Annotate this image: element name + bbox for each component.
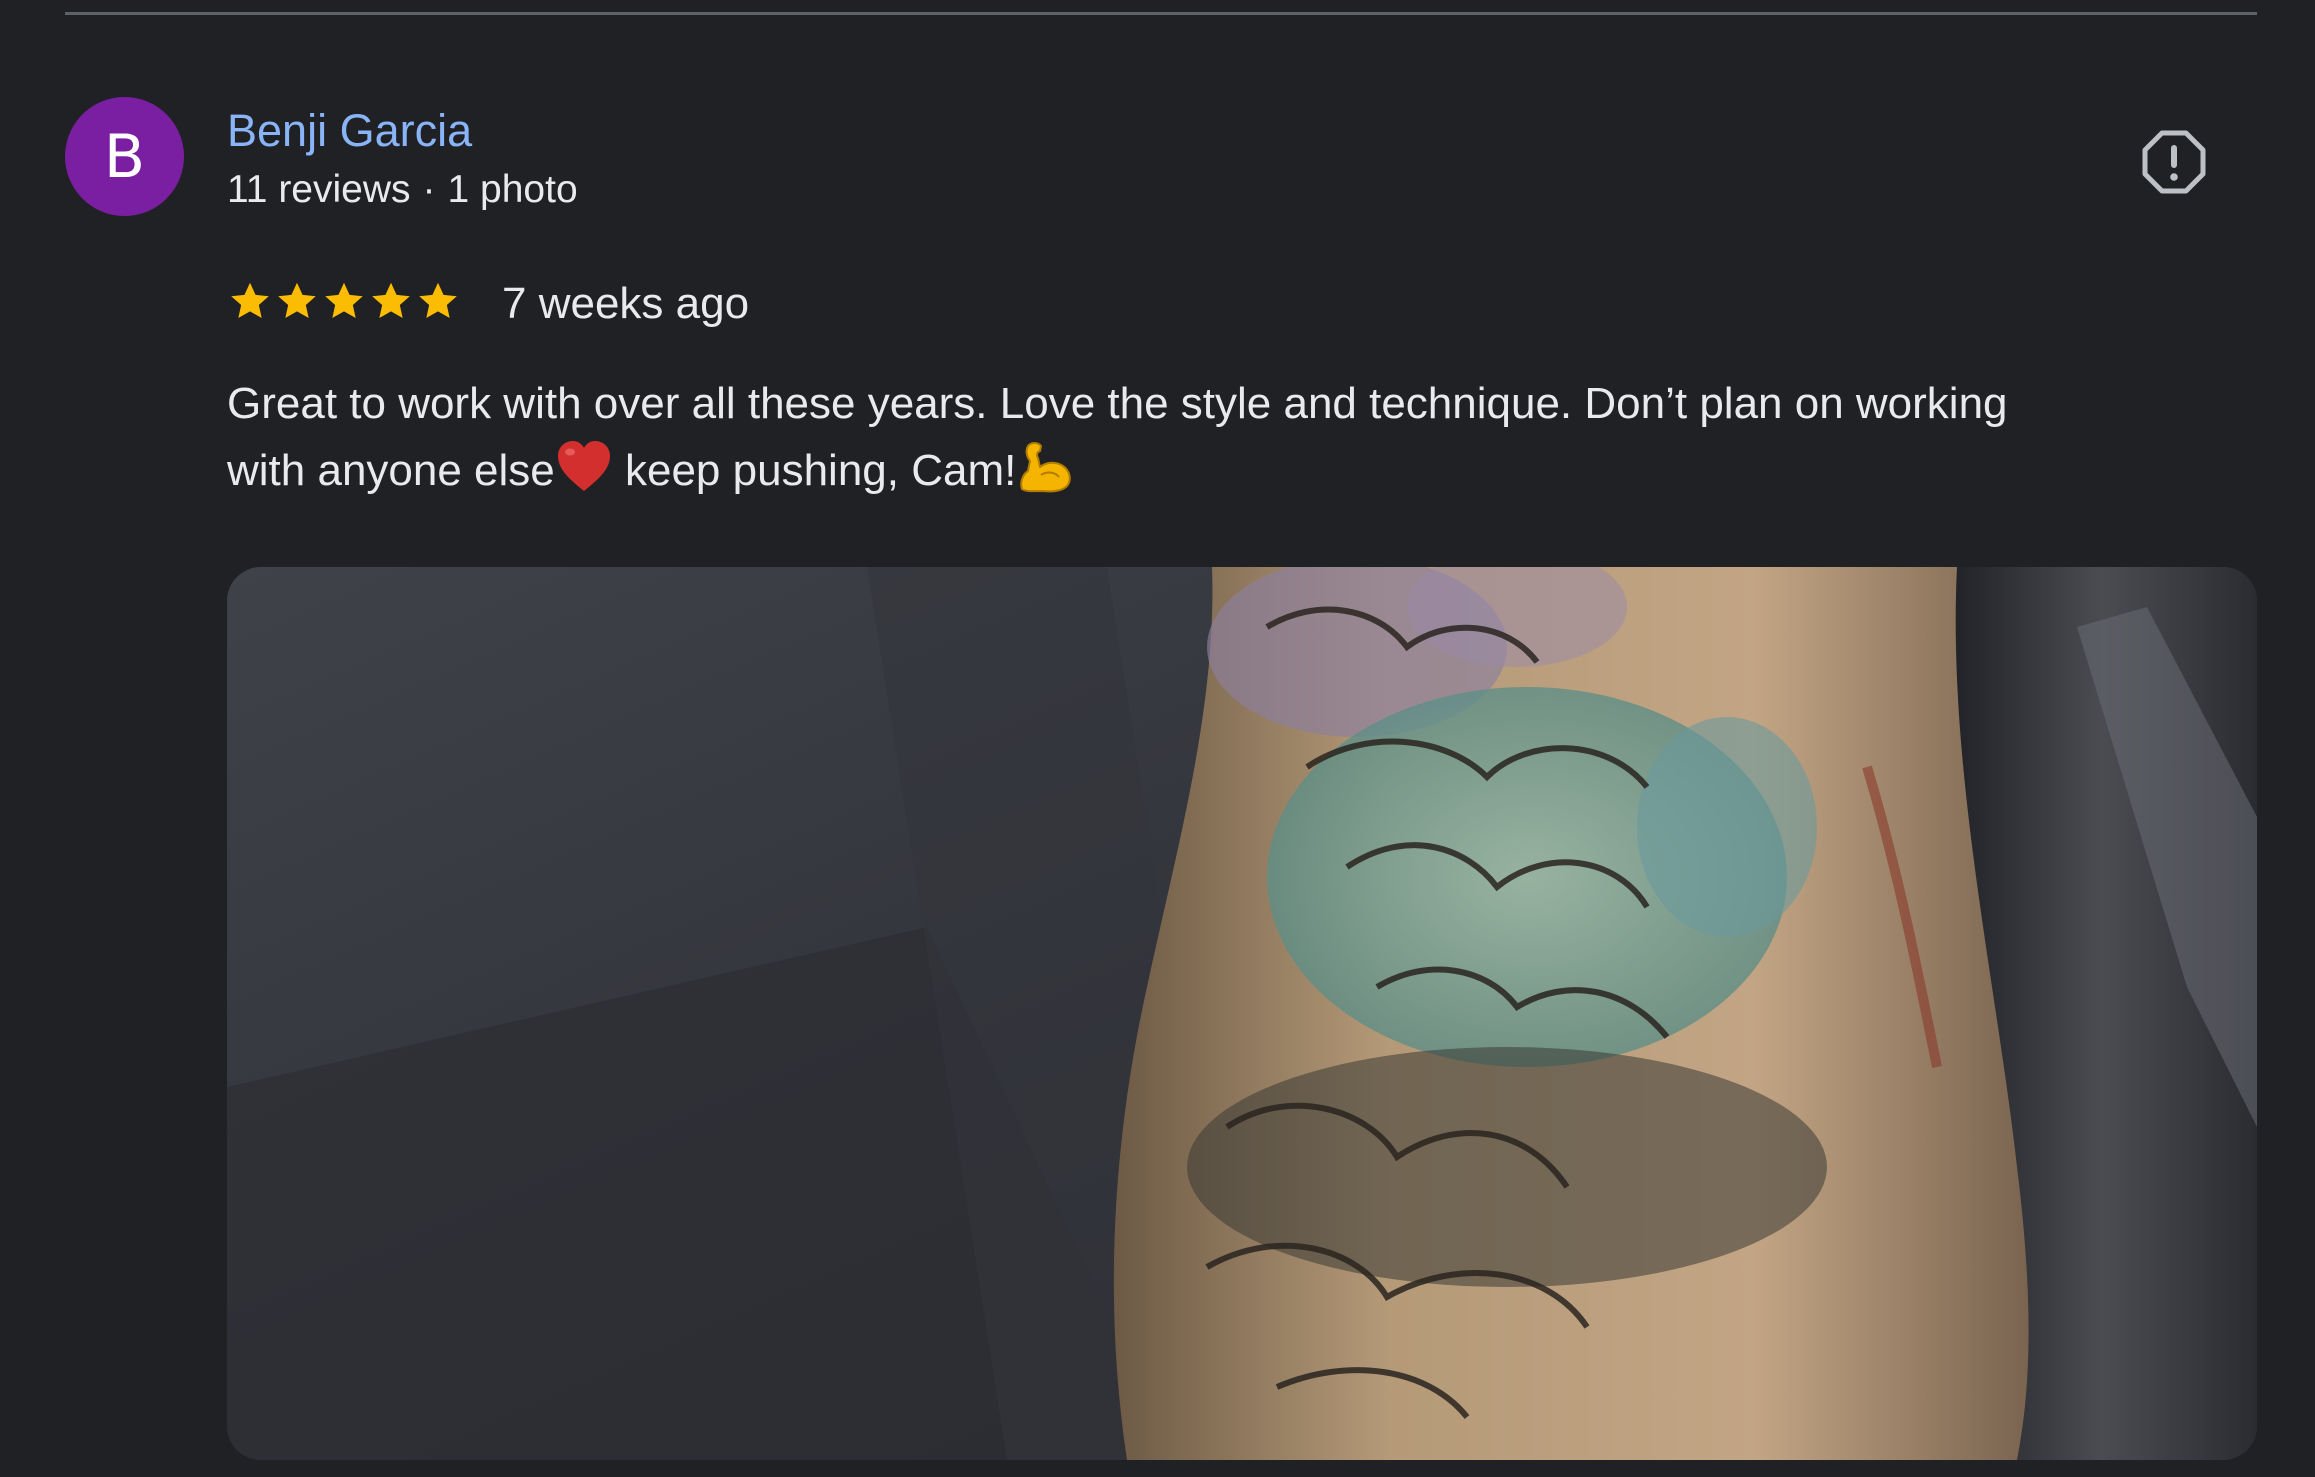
review-text: Great to work with over all these years.… [227,370,2267,504]
star-icon [278,282,316,319]
heart-icon [557,441,610,491]
review-text-part-b: keep pushing, Cam! [612,446,1017,495]
reviewer-name-link[interactable]: Benji Garcia [227,104,472,158]
star-icon [325,282,363,319]
meta-separator: · [422,168,436,211]
review-photo[interactable] [227,567,2257,1460]
avatar-initial: B [103,121,146,192]
star-icon [419,282,457,319]
review-text-line-1: Great to work with over all these years.… [227,379,2008,428]
star-icon [231,282,269,319]
review-date: 7 weeks ago [502,279,750,328]
reviewer-meta: 11 reviews · 1 photo [227,166,578,214]
report-icon [2142,130,2206,194]
avatar[interactable]: B [65,97,184,216]
reviews-count: 11 reviews [227,168,411,211]
review-text-line-2: with anyone else keep pushing, Cam! [227,437,2267,504]
tattoo-photo [227,567,2257,1460]
review-card: B Benji Garcia 11 reviews · 1 photo 7 week… [0,0,2315,1477]
flexed-biceps-icon [1020,442,1072,493]
divider [65,12,2257,15]
review-text-part-a: with anyone else [227,446,555,495]
photos-count: 1 photo [447,168,578,211]
star-icon [372,282,410,319]
report-button[interactable] [2140,128,2208,196]
star-rating [227,278,461,326]
